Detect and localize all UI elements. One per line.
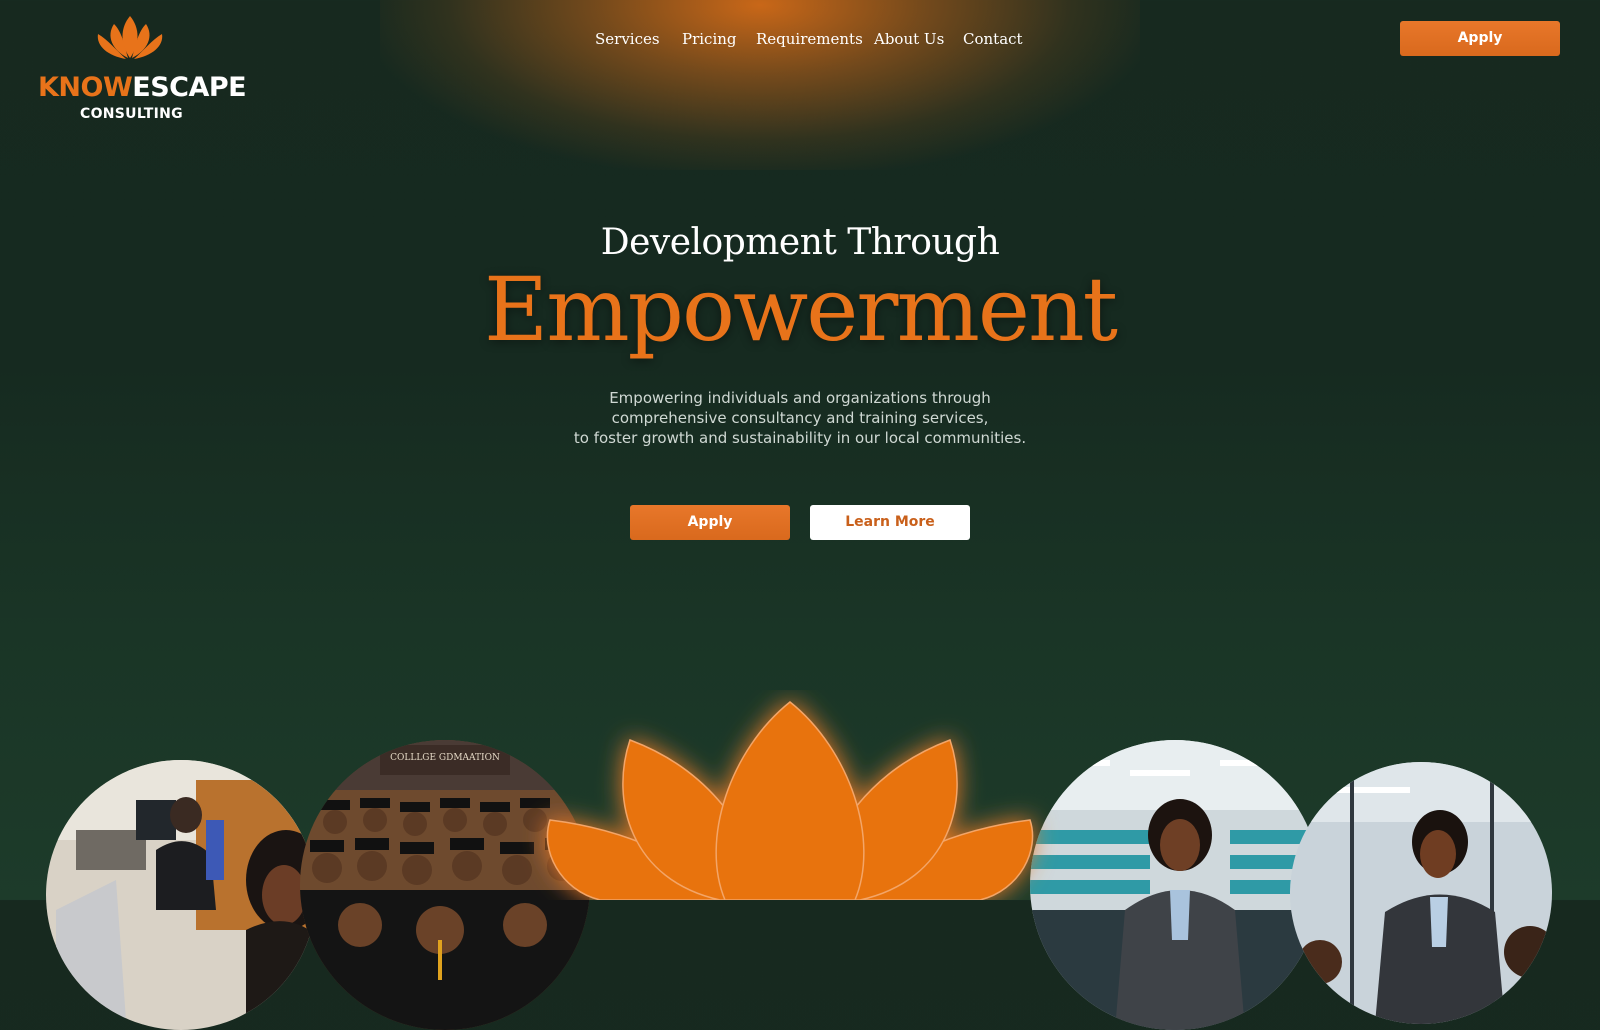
- brand-subtitle: CONSULTING: [80, 106, 183, 122]
- nav-item-about-us[interactable]: About Us: [874, 30, 944, 48]
- nav-item-requirements[interactable]: Requirements: [756, 30, 863, 48]
- tagline-line: Empowering individuals and organizations…: [609, 389, 991, 407]
- brand-name-escape: ESCAPE: [132, 72, 247, 103]
- header-glow: [380, 0, 1140, 170]
- hero-heading-line2: Empowerment: [483, 258, 1118, 361]
- brand-logo[interactable]: KNOWESCAPE CONSULTING: [36, 14, 247, 122]
- tagline-line: to foster growth and sustainability in o…: [573, 429, 1027, 447]
- brand-wordmark: KNOWESCAPE: [38, 72, 247, 103]
- hero-tagline: Empowering individuals and organizations…: [0, 388, 1600, 448]
- brand-name-know: KNOW: [38, 72, 133, 103]
- lotus-icon: [546, 701, 1034, 900]
- photo-woman-office: [1030, 740, 1320, 1030]
- photo-students-laptop: [46, 760, 316, 1030]
- nav-item-services[interactable]: Services: [595, 30, 660, 48]
- hero-heading-line1: Development Through: [600, 222, 1000, 263]
- nav-item-contact[interactable]: Contact: [963, 30, 1023, 48]
- nav-item-pricing[interactable]: Pricing: [682, 30, 737, 48]
- ceremony-sign-text: COLLLGE GDMAATION: [390, 753, 500, 763]
- learn-more-button[interactable]: Learn More: [810, 505, 970, 540]
- tagline-line: comprehensive consultancy and training s…: [611, 409, 989, 427]
- hero-apply-button[interactable]: Apply: [630, 505, 790, 540]
- main-nav: Services Pricing Requirements About Us C…: [0, 30, 1600, 54]
- header-apply-button[interactable]: Apply: [1400, 21, 1560, 56]
- photo-woman-suit: [1290, 762, 1552, 1024]
